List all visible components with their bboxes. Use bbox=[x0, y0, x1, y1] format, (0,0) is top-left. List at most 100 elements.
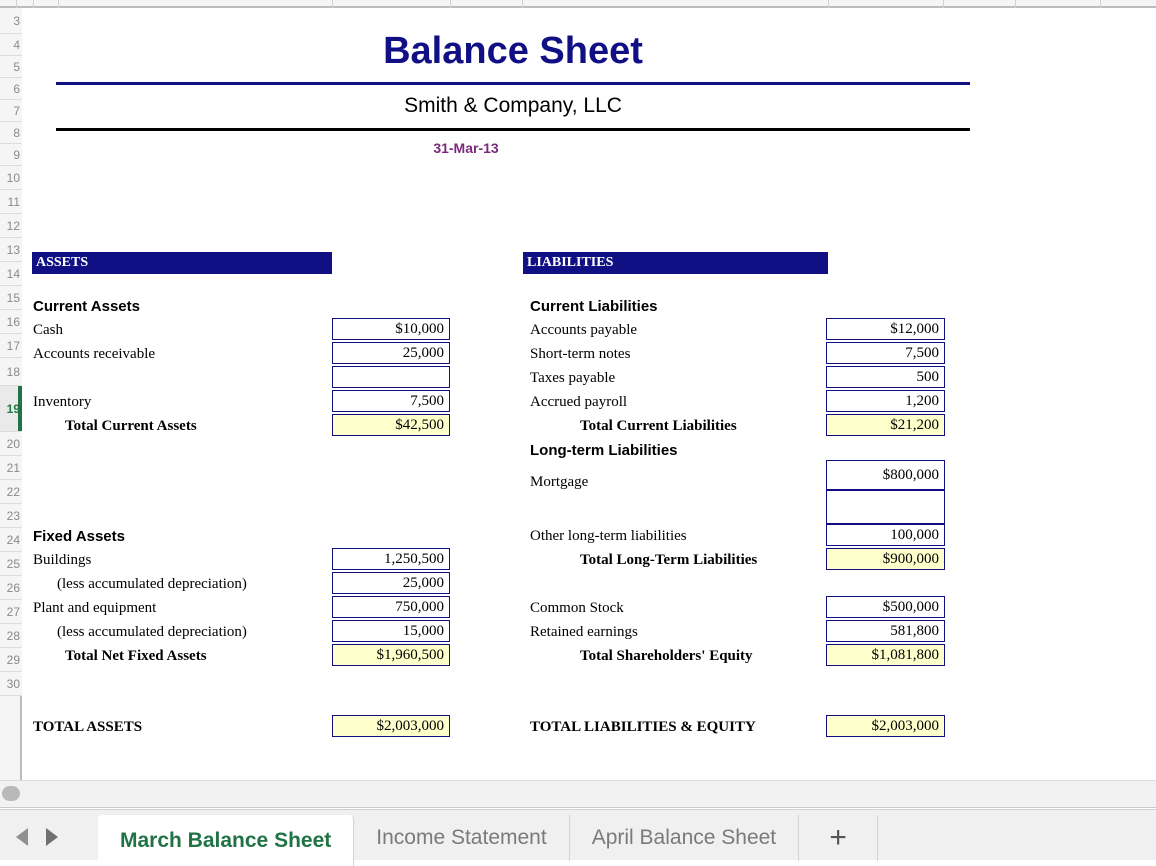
row-label-buildings: Buildings bbox=[33, 551, 92, 568]
column-divider[interactable] bbox=[828, 0, 829, 8]
row-label-retained-earnings: Retained earnings bbox=[530, 623, 638, 640]
row-label-total-assets: TOTAL ASSETS bbox=[33, 718, 143, 735]
column-divider[interactable] bbox=[450, 0, 451, 8]
add-sheet-icon[interactable]: + bbox=[799, 815, 879, 861]
row-header-24[interactable]: 24 bbox=[0, 528, 22, 552]
row-label-common-stock: Common Stock bbox=[530, 599, 624, 616]
value-taxes-payable[interactable]: 500 bbox=[826, 366, 945, 388]
column-divider[interactable] bbox=[332, 0, 333, 8]
row-header-26[interactable]: 26 bbox=[0, 576, 22, 600]
row-label-short-term-notes: Short-term notes bbox=[530, 345, 631, 362]
row-header-22[interactable]: 22 bbox=[0, 480, 22, 504]
page-title: Balance Sheet bbox=[383, 30, 643, 72]
row-label-accrued-payroll: Accrued payroll bbox=[530, 393, 628, 410]
value-plant-and-equipment[interactable]: 750,000 bbox=[332, 596, 450, 618]
column-header-strip[interactable] bbox=[0, 0, 1156, 8]
column-divider[interactable] bbox=[943, 0, 944, 8]
value-total-net-fixed-assets[interactable]: $1,960,500 bbox=[332, 644, 450, 666]
horizontal-scrollbar-thumb[interactable] bbox=[2, 786, 20, 801]
value-buildings[interactable]: 1,250,500 bbox=[332, 548, 450, 570]
row-label-buildings-depreciation: (less accumulated depreciation) bbox=[57, 575, 247, 592]
row-header-12[interactable]: 12 bbox=[0, 214, 22, 238]
row-label-total-current-assets: Total Current Assets bbox=[65, 417, 197, 434]
horizontal-scrollbar-track[interactable] bbox=[0, 780, 1156, 808]
value-mortgage[interactable]: $800,000 bbox=[826, 460, 945, 490]
row-header-27[interactable]: 27 bbox=[0, 600, 22, 624]
row-header-13[interactable]: 13 bbox=[0, 238, 22, 262]
row-header-28[interactable]: 28 bbox=[0, 624, 22, 648]
row-header-14[interactable]: 14 bbox=[0, 262, 22, 286]
row-label-other-long-term-liabilities: Other long-term liabilities bbox=[530, 527, 687, 544]
row-header-16[interactable]: 16 bbox=[0, 310, 22, 334]
heading-long-term-liabilities: Long-term Liabilities bbox=[530, 441, 678, 459]
value-accounts-receivable[interactable]: 25,000 bbox=[332, 342, 450, 364]
value-retained-earnings[interactable]: 581,800 bbox=[826, 620, 945, 642]
row-header-20[interactable]: 20 bbox=[0, 432, 22, 456]
value-accounts-payable[interactable]: $12,000 bbox=[826, 318, 945, 340]
row-header-18[interactable]: 18 bbox=[0, 358, 22, 386]
row-label-inventory: Inventory bbox=[33, 393, 92, 410]
row-header-23[interactable]: 23 bbox=[0, 504, 22, 528]
column-divider[interactable] bbox=[522, 0, 523, 8]
value-buildings-depreciation[interactable]: 25,000 bbox=[332, 572, 450, 594]
row-header-29[interactable]: 29 bbox=[0, 648, 22, 672]
row-header-19[interactable]: 19 bbox=[0, 386, 22, 432]
row-header-21[interactable]: 21 bbox=[0, 456, 22, 480]
row-header-4[interactable]: 4 bbox=[0, 34, 22, 56]
row-header-30[interactable]: 30 bbox=[0, 672, 22, 696]
column-divider[interactable] bbox=[1100, 0, 1101, 8]
value-other-long-term-liabilities[interactable]: 100,000 bbox=[826, 524, 945, 546]
value-plant-depreciation[interactable]: 15,000 bbox=[332, 620, 450, 642]
value-total-current-liabilities[interactable]: $21,200 bbox=[826, 414, 945, 436]
value-blank-asset[interactable] bbox=[332, 366, 450, 388]
section-header-liabilities: LIABILITIES bbox=[523, 252, 828, 274]
column-divider[interactable] bbox=[16, 0, 17, 8]
value-cash[interactable]: $10,000 bbox=[332, 318, 450, 340]
row-header-gutter: 3 4 5 6 7 8 9 10 11 12 13 14 15 16 17 18 19 20 21 22 23 24 25 2… bbox=[0, 8, 22, 780]
value-total-assets[interactable]: $2,003,000 bbox=[332, 715, 450, 737]
title-rule-black bbox=[56, 128, 970, 131]
row-header-11[interactable]: 11 bbox=[0, 190, 22, 214]
title-rule-navy bbox=[56, 82, 970, 85]
as-of-date: 31-Mar-13 bbox=[433, 140, 499, 156]
value-total-shareholders-equity[interactable]: $1,081,800 bbox=[826, 644, 945, 666]
row-label-accounts-payable: Accounts payable bbox=[530, 321, 638, 338]
value-total-current-assets[interactable]: $42,500 bbox=[332, 414, 450, 436]
column-divider[interactable] bbox=[33, 0, 34, 8]
row-label-accounts-receivable: Accounts receivable bbox=[33, 345, 156, 362]
value-total-liabilities-and-equity[interactable]: $2,003,000 bbox=[826, 715, 945, 737]
row-header-25[interactable]: 25 bbox=[0, 552, 22, 576]
section-header-assets: ASSETS bbox=[32, 252, 332, 274]
row-label-total-net-fixed-assets: Total Net Fixed Assets bbox=[65, 647, 207, 664]
column-divider[interactable] bbox=[58, 0, 59, 8]
row-header-3[interactable]: 3 bbox=[0, 8, 22, 34]
sheet-tab-march-balance-sheet[interactable]: March Balance Sheet bbox=[98, 815, 355, 866]
row-header-7[interactable]: 7 bbox=[0, 100, 22, 122]
row-header-9[interactable]: 9 bbox=[0, 144, 22, 166]
value-common-stock[interactable]: $500,000 bbox=[826, 596, 945, 618]
row-label-plant-depreciation: (less accumulated depreciation) bbox=[57, 623, 247, 640]
value-total-long-term-liabilities[interactable]: $900,000 bbox=[826, 548, 945, 570]
row-label-plant-and-equipment: Plant and equipment bbox=[33, 599, 157, 616]
row-header-6[interactable]: 6 bbox=[0, 78, 22, 100]
spreadsheet-app: 3 4 5 6 7 8 9 10 11 12 13 14 15 16 17 18 19 20 21 22 23 24 25 2… bbox=[0, 0, 1156, 866]
next-sheet-icon[interactable] bbox=[46, 828, 58, 846]
row-label-mortgage: Mortgage bbox=[530, 473, 589, 490]
sheet-tab-april-balance-sheet[interactable]: April Balance Sheet bbox=[570, 815, 800, 861]
column-divider[interactable] bbox=[1015, 0, 1016, 8]
row-header-10[interactable]: 10 bbox=[0, 166, 22, 190]
sheet-tab-income-statement[interactable]: Income Statement bbox=[354, 815, 570, 861]
row-header-5[interactable]: 5 bbox=[0, 56, 22, 78]
previous-sheet-icon[interactable] bbox=[16, 828, 28, 846]
row-header-15[interactable]: 15 bbox=[0, 286, 22, 310]
sheet-tab-bar: March Balance Sheet Income Statement Apr… bbox=[0, 809, 1156, 866]
value-blank-longterm[interactable] bbox=[826, 490, 945, 524]
value-short-term-notes[interactable]: 7,500 bbox=[826, 342, 945, 364]
row-label-total-current-liabilities: Total Current Liabilities bbox=[580, 417, 737, 434]
value-inventory[interactable]: 7,500 bbox=[332, 390, 450, 412]
row-header-8[interactable]: 8 bbox=[0, 122, 22, 144]
row-header-17[interactable]: 17 bbox=[0, 334, 22, 358]
value-accrued-payroll[interactable]: 1,200 bbox=[826, 390, 945, 412]
company-name: Smith & Company, LLC bbox=[404, 94, 622, 117]
sheet-grid: Balance Sheet Smith & Company, LLC 31-Ma… bbox=[24, 8, 1156, 780]
